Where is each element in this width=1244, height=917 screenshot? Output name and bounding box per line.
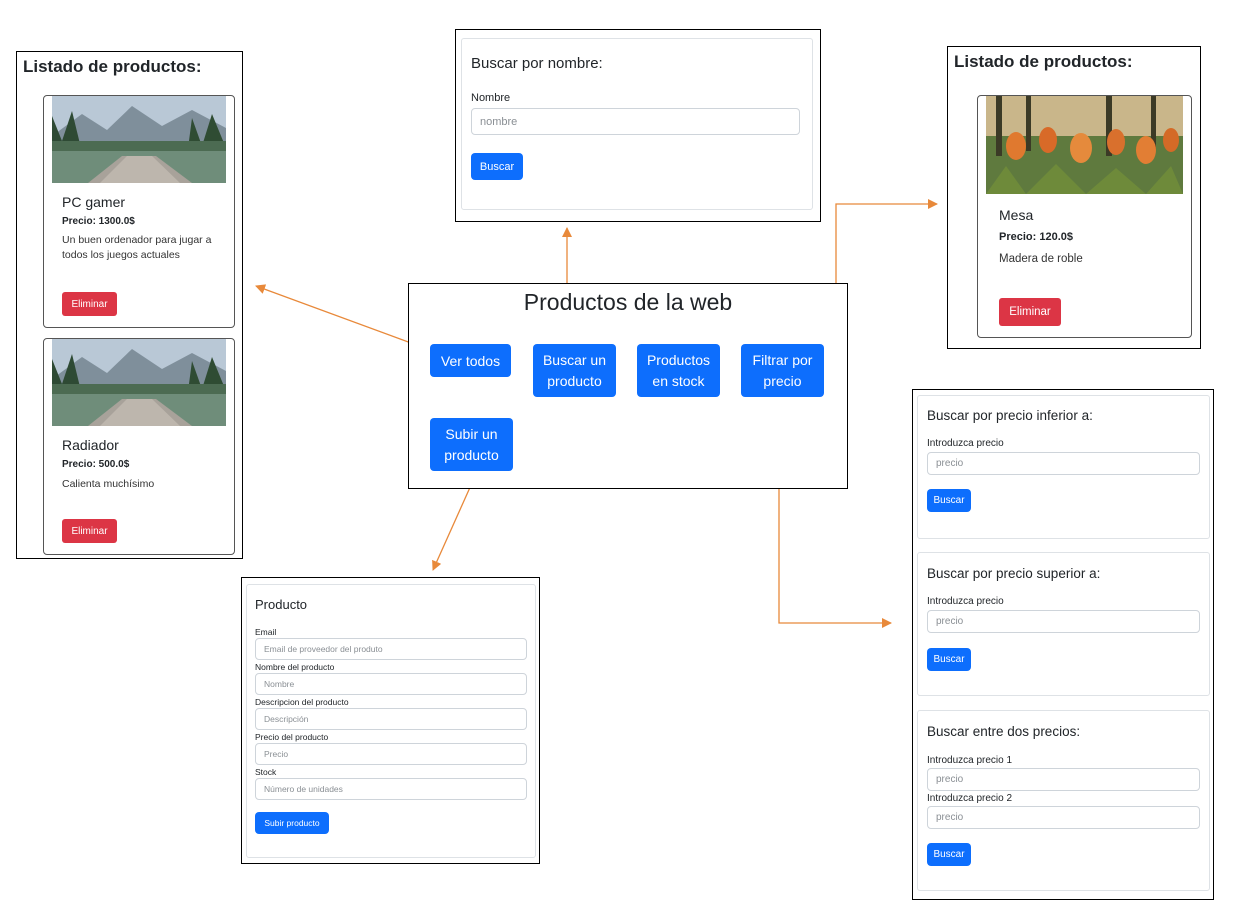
product-list-panel-left: Listado de productos: PC gamer Precio: 1…	[16, 51, 243, 559]
price2-label: Introduzca precio 2	[927, 793, 1013, 804]
price2-input[interactable]: precio	[927, 806, 1200, 829]
productos-stock-button[interactable]: Productos en stock	[637, 344, 720, 397]
list-title: Listado de productos:	[954, 52, 1133, 71]
product-form-panel: Producto Email Email de proveedor del pr…	[241, 577, 540, 864]
filter-superior-title: Buscar por precio superior a:	[927, 566, 1101, 581]
subir-producto-submit-button[interactable]: Subir producto	[255, 812, 329, 834]
name-label: Nombre	[471, 92, 511, 104]
product-name: Mesa	[999, 207, 1034, 223]
main-title: Productos de la web	[523, 289, 733, 315]
price1-label: Introduzca precio 1	[927, 755, 1013, 766]
stock-input[interactable]: Número de unidades	[255, 778, 527, 800]
product-description: Un buen ordenador para jugar a todos los…	[62, 234, 212, 262]
flowers-image	[986, 96, 1183, 194]
product-price: Precio: 1300.0$	[62, 216, 135, 227]
ver-todos-button[interactable]: Ver todos	[430, 344, 511, 377]
search-button[interactable]: Buscar	[471, 153, 523, 180]
filter-inferior-title: Buscar por precio inferior a:	[927, 408, 1093, 423]
price-inferior-input[interactable]: precio	[927, 452, 1200, 475]
search-superior-button[interactable]: Buscar	[927, 648, 971, 671]
stock-label: Stock	[255, 767, 277, 777]
price-label: Introduzca precio	[927, 596, 1004, 607]
descripcion-label: Descripcion del producto	[255, 697, 349, 707]
search-entre-button[interactable]: Buscar	[927, 843, 971, 866]
main-menu-panel: Productos de la web Ver todos Buscar un …	[408, 283, 848, 489]
form-title: Producto	[255, 597, 308, 612]
search-by-name-panel: Buscar por nombre: Nombre nombre Buscar	[455, 29, 821, 222]
price1-input[interactable]: precio	[927, 768, 1200, 791]
product-description: Madera de roble	[999, 253, 1083, 265]
product-name: Radiador	[62, 437, 119, 453]
product-name: PC gamer	[62, 194, 126, 210]
nombre-input[interactable]: Nombre	[255, 673, 527, 695]
subir-producto-button[interactable]: Subir un producto	[430, 418, 513, 471]
filtrar-precio-button[interactable]: Filtrar por precio	[741, 344, 824, 397]
price-filter-panel: Buscar por precio inferior a: Introduzca…	[912, 389, 1214, 900]
descripcion-input[interactable]: Descripción	[255, 708, 527, 730]
precio-input[interactable]: Precio	[255, 743, 527, 765]
product-description: Calienta muchísimo	[62, 478, 155, 490]
delete-button[interactable]: Eliminar	[62, 292, 117, 316]
product-card: Radiador Precio: 500.0$ Calienta muchísi…	[43, 338, 235, 555]
product-price: Precio: 500.0$	[62, 459, 130, 470]
price-superior-input[interactable]: precio	[927, 610, 1200, 633]
product-card: Mesa Precio: 120.0$ Madera de roble Elim…	[977, 95, 1192, 338]
product-price: Precio: 120.0$	[999, 231, 1073, 243]
filter-entre-title: Buscar entre dos precios:	[927, 724, 1081, 739]
search-inferior-button[interactable]: Buscar	[927, 489, 971, 512]
list-title: Listado de productos:	[23, 57, 202, 76]
lake-landscape-image	[52, 96, 226, 183]
lake-landscape-image	[52, 339, 226, 426]
price-label: Introduzca precio	[927, 438, 1004, 449]
arrow-ver-todos	[255, 284, 431, 351]
search-title: Buscar por nombre:	[471, 55, 603, 72]
nombre-label: Nombre del producto	[255, 662, 335, 672]
email-label: Email	[255, 627, 277, 637]
precio-label: Precio del producto	[255, 732, 329, 742]
name-input[interactable]: nombre	[471, 108, 800, 135]
delete-button[interactable]: Eliminar	[62, 519, 117, 543]
email-input[interactable]: Email de proveedor del produto	[255, 638, 527, 660]
product-card: PC gamer Precio: 1300.0$ Un buen ordenad…	[43, 95, 235, 328]
delete-button[interactable]: Eliminar	[999, 298, 1061, 326]
buscar-producto-button[interactable]: Buscar un producto	[533, 344, 616, 397]
product-list-panel-right: Listado de productos: Mesa Precio: 120.0…	[947, 46, 1201, 349]
